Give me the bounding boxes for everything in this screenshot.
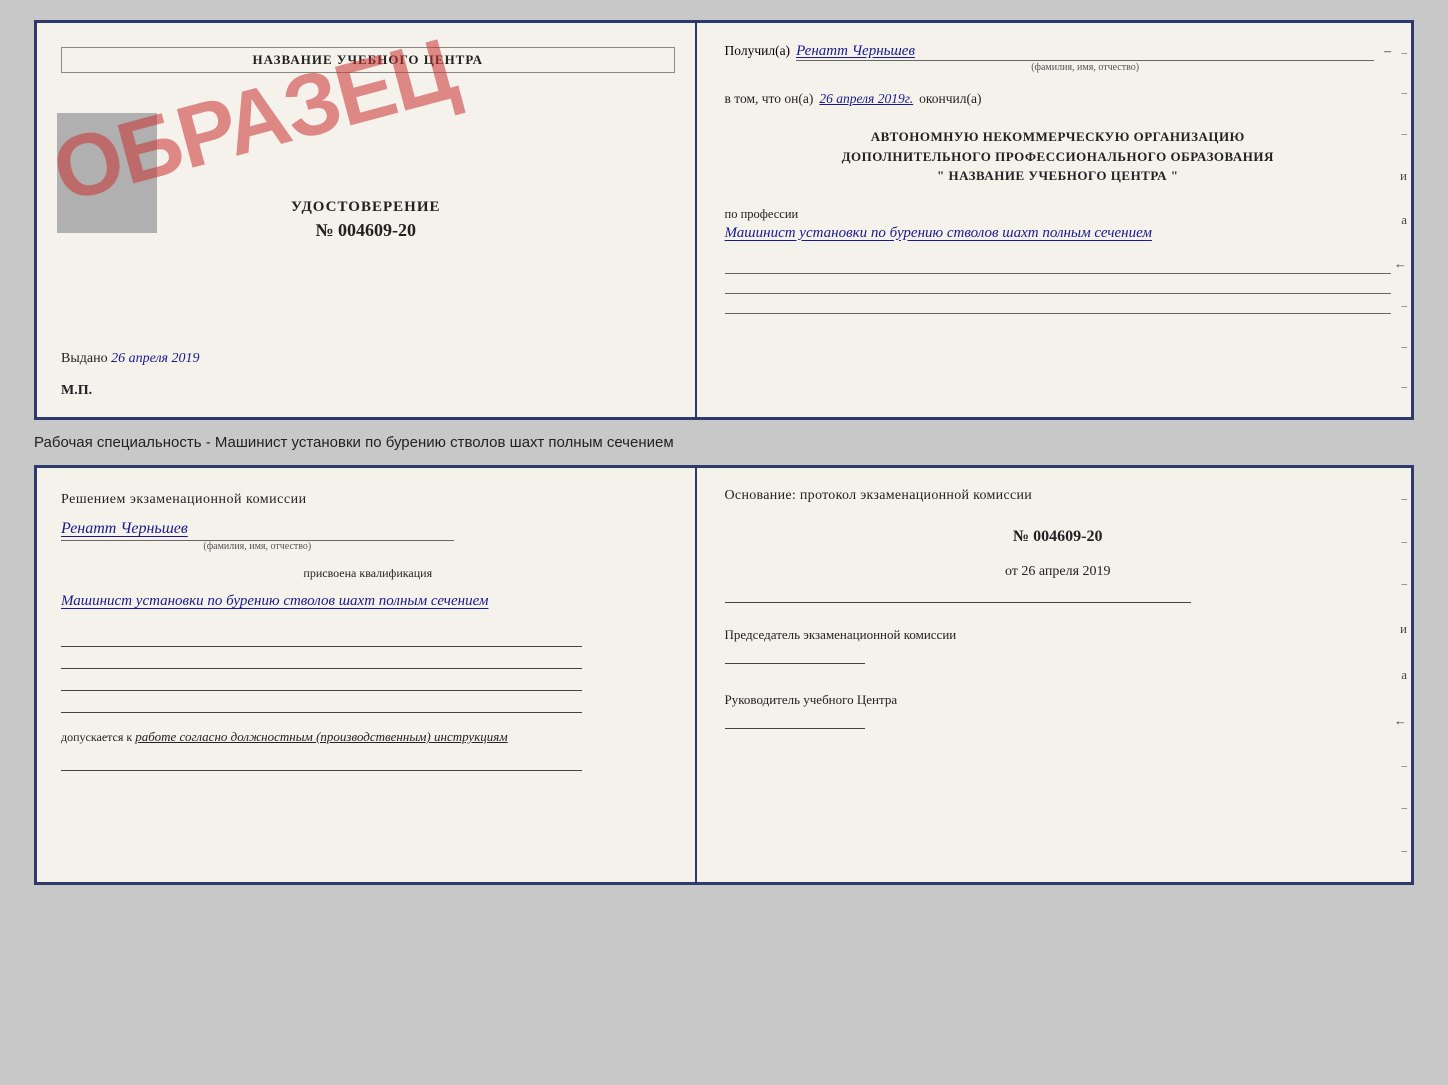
bside-1: – — [1391, 493, 1407, 505]
dash-line-3 — [725, 300, 1391, 314]
bottom-document: Решением экзаменационной комиссии Ренатт… — [34, 465, 1414, 885]
side-item-1: – — [1391, 47, 1407, 59]
udost-number: № 004609-20 — [291, 220, 441, 241]
bside-3: – — [1391, 578, 1407, 590]
side-item-3: – — [1391, 128, 1407, 140]
bside-5: а — [1391, 667, 1407, 683]
bottom-right-panel: Основание: протокол экзаменационной коми… — [697, 468, 1411, 882]
fio-value-bottom: Ренатт Черньшев — [61, 520, 454, 541]
side-item-7: – — [1391, 300, 1407, 312]
org-line2: ДОПОЛНИТЕЛЬНОГО ПРОФЕССИОНАЛЬНОГО ОБРАЗО… — [725, 147, 1391, 167]
dash-top: – — [1384, 43, 1391, 59]
bside-2: – — [1391, 536, 1407, 548]
date-prefix: от — [1005, 564, 1018, 579]
bside-9: – — [1391, 845, 1407, 857]
dash-line-1 — [725, 260, 1391, 274]
udostoverenie-block: УДОСТОВЕРЕНИЕ № 004609-20 — [291, 199, 441, 241]
kvali-value: Машинист установки по бурению стволов ша… — [61, 589, 582, 613]
side-decorations-bottom: – – – и а ← – – – — [1391, 468, 1407, 882]
bside-6: ← — [1391, 713, 1407, 729]
side-item-9: – — [1391, 381, 1407, 393]
mp-label: М.П. — [61, 383, 92, 399]
bside-7: – — [1391, 760, 1407, 772]
org-line1: АВТОНОМНУЮ НЕКОММЕРЧЕСКУЮ ОРГАНИЗАЦИЮ — [725, 127, 1391, 147]
bottom-dash-3 — [61, 677, 582, 691]
fio-hint-top: (фамилия, имя, отчество) — [796, 62, 1374, 73]
bside-8: – — [1391, 802, 1407, 814]
side-item-2: – — [1391, 87, 1407, 99]
bottom-dash-2 — [61, 655, 582, 669]
side-item-6: ← — [1391, 256, 1407, 272]
top-right-panel: Получил(а) Ренатт Черньшев (фамилия, имя… — [697, 23, 1411, 417]
right-bottom-dash — [725, 602, 1192, 603]
dopusk-value: работе согласно должностным (производств… — [135, 729, 507, 744]
protocol-date-value: 26 апреля 2019 — [1021, 564, 1110, 579]
dopusk-line: допускается к работе согласно должностны… — [61, 729, 675, 745]
photo-placeholder — [57, 113, 157, 233]
reshen-title: Решением экзаменационной комиссии — [61, 492, 675, 508]
prof-block: по профессии Машинист установки по бурен… — [725, 206, 1391, 245]
protocol-number: № 004609-20 — [725, 528, 1391, 546]
osnov-title: Основание: протокол экзаменационной коми… — [725, 488, 1391, 504]
vtom-line: в том, что он(а) 26 апреля 2019г. окончи… — [725, 91, 1391, 107]
prof-value: Машинист установки по бурению стволов ша… — [725, 222, 1391, 245]
side-item-8: – — [1391, 341, 1407, 353]
top-document: НАЗВАНИЕ УЧЕБНОГО ЦЕНТРА ОБРАЗЕЦ УДОСТОВ… — [34, 20, 1414, 420]
vydano-date: 26 апреля 2019 — [111, 351, 199, 366]
bottom-dash-1 — [61, 633, 582, 647]
predsed-block: Председатель экзаменационной комиссии — [725, 625, 1391, 664]
top-left-panel: НАЗВАНИЕ УЧЕБНОГО ЦЕНТРА ОБРАЗЕЦ УДОСТОВ… — [37, 23, 697, 417]
protocol-date: от 26 апреля 2019 — [725, 564, 1391, 580]
bottom-dash-4 — [61, 699, 582, 713]
ruk-signature-line — [725, 715, 865, 729]
side-item-5: а — [1391, 212, 1407, 228]
bottom-dash-lines — [61, 633, 675, 713]
okoncil-label: окончил(а) — [919, 91, 981, 107]
school-name-top: НАЗВАНИЕ УЧЕБНОГО ЦЕНТРА — [61, 47, 675, 73]
side-decorations-top: – – – и а ← – – – — [1391, 23, 1407, 417]
vydano-label: Выдано — [61, 351, 108, 366]
prisv-label: присвоена квалификация — [61, 566, 675, 581]
ruk-block: Руководитель учебного Центра — [725, 690, 1391, 729]
fio-value-top: Ренатт Черньшев — [796, 43, 1374, 61]
predsed-label: Председатель экзаменационной комиссии — [725, 627, 957, 642]
vtom-label: в том, что он(а) — [725, 91, 814, 107]
udost-title: УДОСТОВЕРЕНИЕ — [291, 199, 441, 216]
org-name: " НАЗВАНИЕ УЧЕБНОГО ЦЕНТРА " — [725, 166, 1391, 186]
dash-line-2 — [725, 280, 1391, 294]
side-item-4: и — [1391, 168, 1407, 184]
prof-label: по профессии — [725, 207, 799, 221]
org-block: АВТОНОМНУЮ НЕКОММЕРЧЕСКУЮ ОРГАНИЗАЦИЮ ДО… — [725, 127, 1391, 186]
fio-hint-bottom: (фамилия, имя, отчество) — [61, 541, 454, 552]
bottom-left-panel: Решением экзаменационной комиссии Ренатт… — [37, 468, 697, 882]
right-dash-lines — [725, 260, 1391, 314]
poluchil-label: Получил(а) — [725, 43, 791, 59]
vydano-line: Выдано 26 апреля 2019 — [61, 351, 200, 367]
document-wrapper: НАЗВАНИЕ УЧЕБНОГО ЦЕНТРА ОБРАЗЕЦ УДОСТОВ… — [34, 20, 1414, 885]
dopusk-label: допускается к — [61, 730, 132, 744]
bside-4: и — [1391, 621, 1407, 637]
vtom-date: 26 апреля 2019г. — [819, 91, 913, 107]
bottom-dash-5 — [61, 757, 582, 771]
predsed-signature-line — [725, 650, 865, 664]
middle-text: Рабочая специальность - Машинист установ… — [34, 430, 674, 455]
ruk-label: Руководитель учебного Центра — [725, 692, 898, 707]
